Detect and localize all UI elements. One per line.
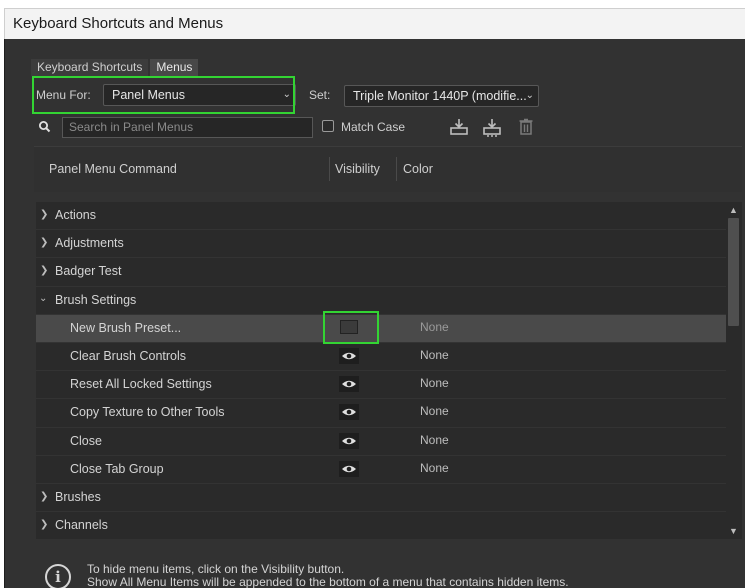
info-icon: i <box>45 564 71 588</box>
menu-item-row-close-tab-group[interactable]: Close Tab Group None <box>36 456 726 484</box>
menu-item-row-new-brush-preset[interactable]: New Brush Preset... None <box>36 314 726 343</box>
group-label: Actions <box>55 208 96 222</box>
search-icon <box>39 121 51 133</box>
scrollbar-thumb[interactable] <box>728 218 739 326</box>
group-label: Channels <box>55 518 108 533</box>
chevron-right-icon: ❯ <box>40 490 49 502</box>
color-value[interactable]: None <box>420 433 449 447</box>
info-message: To hide menu items, click on the Visibil… <box>87 563 569 588</box>
match-case-label: Match Case <box>341 120 406 134</box>
chevron-right-icon: ❯ <box>40 237 49 249</box>
header-visibility: Visibility <box>335 162 380 176</box>
save-set-icon[interactable] <box>448 116 470 138</box>
column-headers: Panel Menu Command Visibility Color <box>34 146 742 192</box>
save-set-as-icon[interactable] <box>481 116 503 138</box>
scroll-down-icon[interactable]: ▼ <box>729 526 738 536</box>
menu-item-row-reset-all-locked-settings[interactable]: Reset All Locked Settings None <box>36 371 726 400</box>
info-line-2: Show All Menu Items will be appended to … <box>87 575 569 588</box>
menu-item-label: Copy Texture to Other Tools <box>70 405 225 420</box>
color-value[interactable]: None <box>420 348 449 362</box>
eye-icon[interactable] <box>339 432 359 449</box>
menu-item-label: Close <box>70 433 102 448</box>
set-value: Triple Monitor 1440P (modifie... <box>353 89 527 103</box>
tab-menus[interactable]: Menus <box>150 59 199 76</box>
header-separator <box>396 157 397 181</box>
header-separator <box>329 157 330 181</box>
eye-icon[interactable] <box>339 347 359 364</box>
list-scrollbar[interactable]: ▲ ▼ <box>726 202 742 539</box>
group-row-badger-test[interactable]: ❯ Badger Test <box>36 258 726 287</box>
set-dropdown[interactable]: Triple Monitor 1440P (modifie... ⌄ <box>344 85 539 107</box>
group-row-adjustments[interactable]: ❯ Adjustments <box>36 230 726 259</box>
group-row-actions[interactable]: ❯ Actions <box>36 202 726 231</box>
color-value[interactable]: None <box>420 376 449 390</box>
menu-item-row-copy-texture[interactable]: Copy Texture to Other Tools None <box>36 399 726 428</box>
color-value[interactable]: None <box>420 461 449 475</box>
search-input[interactable]: Search in Panel Menus <box>62 117 313 138</box>
menu-item-label: Close Tab Group <box>70 461 164 476</box>
color-value[interactable]: None <box>420 320 449 334</box>
chevron-right-icon: ❯ <box>40 265 49 277</box>
chevron-down-icon: ⌄ <box>39 292 48 304</box>
eye-icon[interactable] <box>339 376 359 393</box>
eye-icon[interactable] <box>339 460 359 477</box>
dialog-body: Keyboard Shortcuts Menus Menu For: Panel… <box>4 39 745 588</box>
chevron-right-icon: ❯ <box>40 209 49 220</box>
tab-strip: Keyboard Shortcuts Menus <box>31 59 200 76</box>
menu-item-label: New Brush Preset... <box>70 320 182 335</box>
menu-item-row-close[interactable]: Close None <box>36 428 726 456</box>
menu-command-list: ❯ Actions ❯ Adjustments ❯ Badger Test ⌄ … <box>36 202 726 539</box>
visibility-highlight <box>323 311 379 344</box>
group-label: Brush Settings <box>55 292 137 307</box>
scroll-up-icon[interactable]: ▲ <box>729 205 738 215</box>
title-bar: Keyboard Shortcuts and Menus <box>4 8 745 39</box>
chevron-right-icon: ❯ <box>40 519 49 531</box>
group-row-brushes[interactable]: ❯ Brushes <box>36 484 726 513</box>
delete-set-icon[interactable] <box>515 116 537 138</box>
tab-keyboard-shortcuts[interactable]: Keyboard Shortcuts <box>31 59 149 76</box>
group-row-brush-settings[interactable]: ⌄ Brush Settings <box>36 287 726 315</box>
header-command: Panel Menu Command <box>49 162 177 176</box>
eye-icon[interactable] <box>339 404 359 421</box>
group-row-channels[interactable]: ❯ Channels <box>36 512 726 539</box>
menu-for-highlight <box>32 76 295 114</box>
menu-item-label: Reset All Locked Settings <box>70 377 212 392</box>
group-label: Badger Test <box>55 264 122 279</box>
menu-item-row-clear-brush-controls[interactable]: Clear Brush Controls None <box>36 343 726 372</box>
header-color: Color <box>403 162 433 176</box>
match-case-checkbox[interactable] <box>322 120 334 132</box>
group-label: Adjustments <box>55 236 124 251</box>
color-value[interactable]: None <box>420 404 449 418</box>
menu-item-label: Clear Brush Controls <box>70 348 187 363</box>
set-label: Set: <box>309 88 331 102</box>
chevron-down-icon: ⌄ <box>525 90 534 101</box>
window-title: Keyboard Shortcuts and Menus <box>13 15 224 32</box>
group-label: Brushes <box>55 489 101 504</box>
